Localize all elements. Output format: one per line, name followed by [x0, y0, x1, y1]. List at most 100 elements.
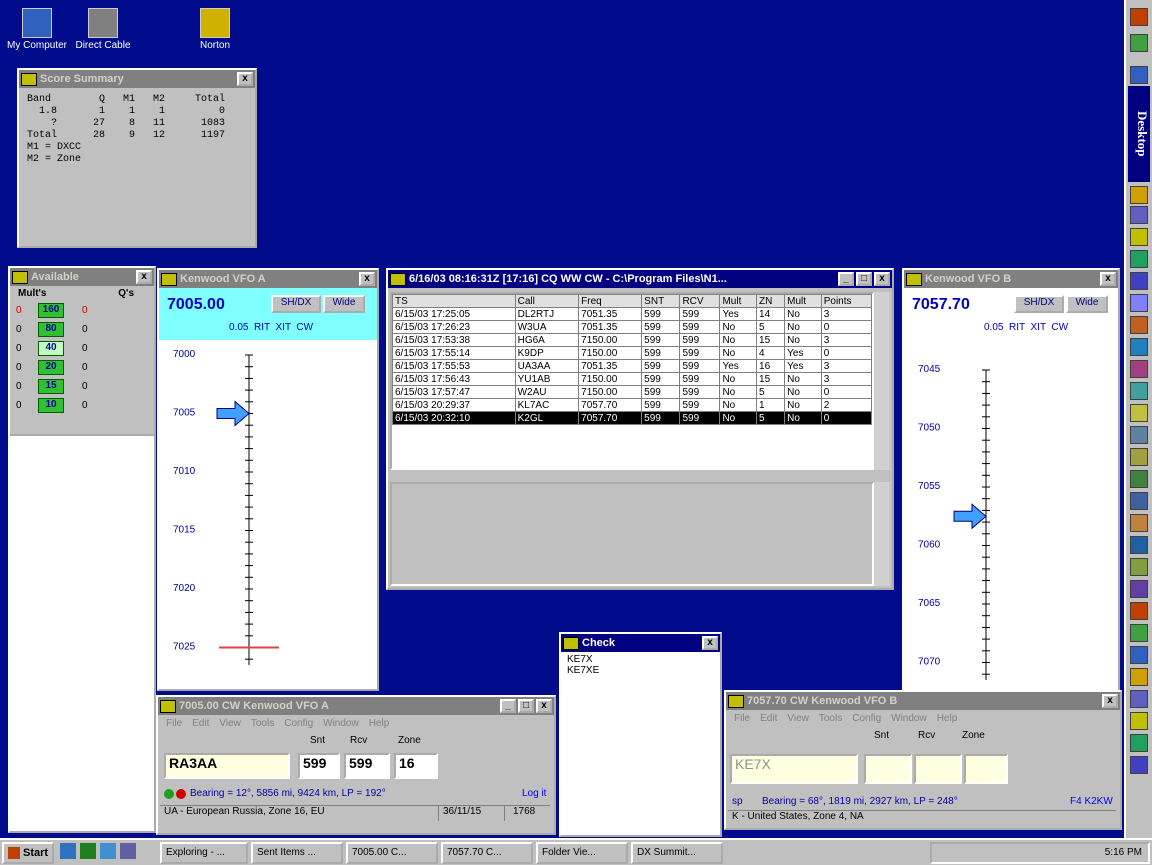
- shortcut-icon[interactable]: [1130, 536, 1148, 554]
- menu-item[interactable]: Config: [284, 718, 313, 729]
- clock[interactable]: 5:16 PM: [1105, 847, 1142, 858]
- frequency-arrow-icon[interactable]: [216, 400, 250, 427]
- close-button[interactable]: x: [136, 270, 152, 284]
- lower-scrollbar[interactable]: [874, 482, 890, 586]
- my-computer-icon[interactable]: My Computer: [2, 8, 72, 51]
- log-window[interactable]: 6/16/03 08:16:31Z [17:16] CQ WW CW - C:\…: [386, 268, 894, 590]
- shdx-button[interactable]: SH/DX: [271, 295, 321, 313]
- check-window[interactable]: Check x KE7X KE7XE: [559, 632, 722, 837]
- close-button[interactable]: x: [359, 272, 375, 286]
- task-button[interactable]: Folder Vie...: [536, 841, 628, 864]
- menu-item[interactable]: File: [734, 713, 750, 724]
- shortcut-icon[interactable]: [1130, 228, 1148, 246]
- column-header[interactable]: Freq: [578, 294, 643, 308]
- table-row[interactable]: 6/15/03 17:55:14 K9DP 7150.00 599 599 No 4 Yes 0: [392, 346, 872, 360]
- shortcut-icon[interactable]: [1130, 34, 1148, 52]
- check-item[interactable]: KE7X: [567, 654, 714, 665]
- task-button[interactable]: Sent Items ...: [251, 841, 343, 864]
- ie-icon[interactable]: [60, 842, 76, 859]
- shortcut-icon[interactable]: [1130, 712, 1148, 730]
- shortcut-icon[interactable]: [1130, 250, 1148, 268]
- shortcut-icon[interactable]: [1130, 646, 1148, 664]
- shortcut-icon[interactable]: [1130, 338, 1148, 356]
- column-header[interactable]: ZN: [756, 294, 786, 308]
- shortcut-icon[interactable]: [1130, 186, 1148, 204]
- channels-icon[interactable]: [120, 842, 136, 859]
- menu-item[interactable]: Edit: [192, 718, 209, 729]
- maximize-button[interactable]: □: [856, 272, 872, 286]
- shortcut-icon[interactable]: [1130, 624, 1148, 642]
- band-button[interactable]: 80: [38, 322, 64, 337]
- check-list[interactable]: KE7X KE7XE: [561, 652, 720, 678]
- task-button[interactable]: 7005.00 C...: [346, 841, 438, 864]
- available-row[interactable]: 0 20 0: [10, 358, 154, 377]
- table-row[interactable]: 6/15/03 17:25:05 DL2RTJ 7051.35 599 599 Yes 14…: [392, 307, 872, 321]
- menu-item[interactable]: File: [166, 718, 182, 729]
- start-button[interactable]: Start: [2, 841, 54, 864]
- vfo-b-scale[interactable]: 7045 7050 7055 7060 7065 7070: [904, 360, 1118, 690]
- callsign-input[interactable]: KE7X: [730, 754, 858, 784]
- task-button[interactable]: 7057.70 C...: [441, 841, 533, 864]
- menu-item[interactable]: View: [787, 713, 809, 724]
- shortcut-icon[interactable]: [1130, 66, 1148, 84]
- close-button[interactable]: x: [702, 636, 718, 650]
- available-row[interactable]: 0 80 0: [10, 320, 154, 339]
- vfo-a-window[interactable]: Kenwood VFO A x 7005.00 SH/DX Wide 0.05 R…: [157, 268, 379, 691]
- desktop-label[interactable]: Desktop: [1128, 86, 1150, 182]
- available-row[interactable]: 0 10 0: [10, 396, 154, 415]
- f4-callsign-link[interactable]: F4 K2KW: [1070, 796, 1113, 807]
- band-button[interactable]: 160: [38, 303, 64, 318]
- column-header[interactable]: Mult: [784, 294, 822, 308]
- close-button[interactable]: x: [536, 699, 552, 713]
- menu-item[interactable]: Edit: [760, 713, 777, 724]
- shdx-button[interactable]: SH/DX: [1014, 295, 1064, 313]
- shortcut-icon[interactable]: [1130, 426, 1148, 444]
- table-row[interactable]: 6/15/03 17:55:53 UA3AA 7051.35 599 599 Yes 16 Y…: [392, 359, 872, 373]
- shortcut-icon[interactable]: [1130, 272, 1148, 290]
- table-row[interactable]: 6/15/03 17:57:47 W2AU 7150.00 599 599 No 5 No 0: [392, 385, 872, 399]
- shortcut-icon[interactable]: [1130, 580, 1148, 598]
- band-button[interactable]: 10: [38, 398, 64, 413]
- log-table[interactable]: TS Call Freq SNT RCV Mult ZN Mult Points 6/15/03 …: [392, 294, 872, 425]
- rcv-input[interactable]: [914, 754, 962, 784]
- norton-icon[interactable]: Norton: [180, 8, 250, 51]
- shortcut-icon[interactable]: [1130, 316, 1148, 334]
- maximize-button[interactable]: □: [518, 699, 534, 713]
- log-scrollbar[interactable]: [874, 292, 890, 470]
- table-row[interactable]: 6/15/03 17:26:23 W3UA 7051.35 599 599 No 5 No 0: [392, 320, 872, 334]
- office-shortcut-bar[interactable]: Desktop: [1124, 0, 1152, 838]
- band-button[interactable]: 40: [38, 341, 64, 356]
- shortcut-icon[interactable]: [1130, 602, 1148, 620]
- entry-b-window[interactable]: 7057.70 CW Kenwood VFO B x File Edit View To…: [724, 690, 1122, 830]
- shortcut-icon[interactable]: [1130, 514, 1148, 532]
- menu-item[interactable]: Tools: [819, 713, 842, 724]
- available-window[interactable]: Available x Mult's Q's 0 160 0 0 80 0 0 40 0 0 20 0 0 1…: [8, 266, 156, 833]
- close-button[interactable]: x: [1100, 272, 1116, 286]
- zone-input[interactable]: 16: [394, 753, 438, 779]
- desktop-icon[interactable]: [100, 842, 116, 859]
- task-button[interactable]: DX Summit...: [631, 841, 723, 864]
- band-button[interactable]: 15: [38, 379, 64, 394]
- shortcut-icon[interactable]: [1130, 756, 1148, 774]
- column-header[interactable]: Points: [820, 294, 872, 308]
- vfo-b-window[interactable]: Kenwood VFO B x 7057.70 SH/DX Wide 0.05 R…: [902, 268, 1120, 700]
- menu-item[interactable]: View: [219, 718, 241, 729]
- shortcut-icon[interactable]: [1130, 360, 1148, 378]
- menu-item[interactable]: Window: [323, 718, 359, 729]
- shortcut-icon[interactable]: [1130, 8, 1148, 26]
- snt-input[interactable]: [864, 754, 912, 784]
- available-row[interactable]: 0 160 0: [10, 301, 154, 320]
- log-it-link[interactable]: Log it: [522, 788, 546, 799]
- column-header[interactable]: SNT: [641, 294, 681, 308]
- column-header[interactable]: Call: [514, 294, 580, 308]
- table-row[interactable]: 6/15/03 20:29:37 KL7AC 7057.70 599 599 No 1 No 2: [392, 398, 872, 412]
- shortcut-icon[interactable]: [1130, 668, 1148, 686]
- direct-cable-icon[interactable]: Direct Cable: [68, 8, 138, 51]
- check-item[interactable]: KE7XE: [567, 665, 714, 676]
- score-summary-window[interactable]: Score Summary x Band Q M1 M2 Total 1.8 1 …: [17, 68, 257, 248]
- snt-input[interactable]: 599: [298, 753, 340, 779]
- quick-launch[interactable]: [60, 842, 160, 863]
- shortcut-icon[interactable]: [1130, 448, 1148, 466]
- available-row[interactable]: 0 15 0: [10, 377, 154, 396]
- menu-bar[interactable]: File Edit View Tools Config Window Help: [158, 715, 554, 732]
